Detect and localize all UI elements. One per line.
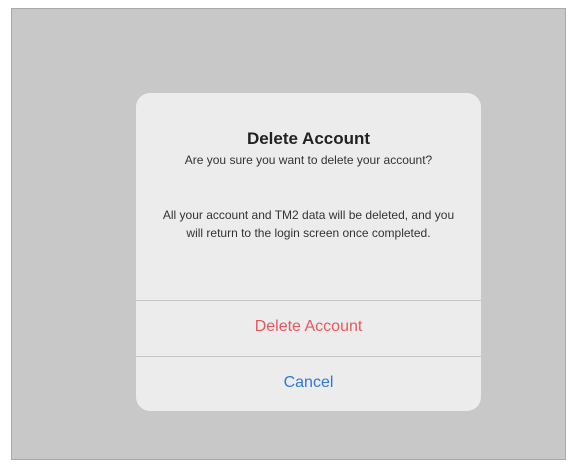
dialog-message-area: Delete Account Are you sure you want to … (136, 93, 481, 299)
delete-account-dialog: Delete Account Are you sure you want to … (136, 93, 481, 411)
dialog-question: Are you sure you want to delete your acc… (184, 153, 433, 167)
delete-account-button[interactable]: Delete Account (136, 301, 481, 353)
screen-backdrop: Delete Account Are you sure you want to … (11, 8, 566, 460)
cancel-button[interactable]: Cancel (136, 357, 481, 409)
dialog-title: Delete Account (246, 129, 371, 148)
dialog-details: All your account and TM2 data will be de… (162, 208, 455, 240)
